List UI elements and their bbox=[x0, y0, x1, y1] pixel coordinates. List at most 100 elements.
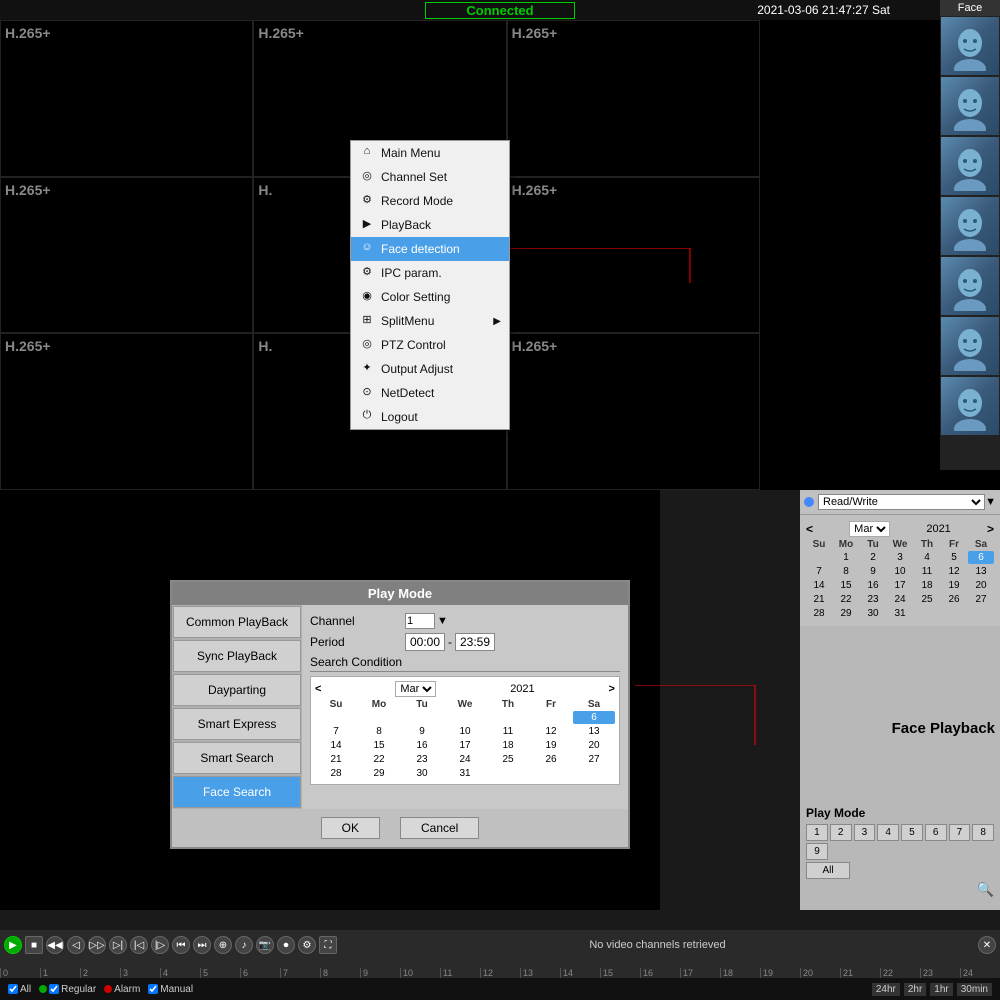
pm-num-4[interactable]: 4 bbox=[877, 824, 899, 841]
cal-day-25[interactable]: 25 bbox=[487, 753, 529, 766]
rcal-24[interactable]: 24 bbox=[887, 593, 913, 606]
menu-item-netdetect[interactable]: ⊙ NetDetect bbox=[351, 381, 509, 405]
rcal-29[interactable]: 29 bbox=[833, 607, 859, 620]
pm-num-7[interactable]: 7 bbox=[949, 824, 971, 841]
cal-day-29[interactable]: 29 bbox=[358, 767, 400, 780]
step-fwd-button[interactable]: |▷ bbox=[151, 936, 169, 954]
menu-item-ptz-control[interactable]: ◎ PTZ Control bbox=[351, 333, 509, 357]
channel-input[interactable] bbox=[405, 613, 435, 629]
exit-button[interactable]: ✕ bbox=[978, 936, 996, 954]
sidebar-smart-express[interactable]: Smart Express bbox=[173, 708, 301, 740]
cal-day-13[interactable]: 13 bbox=[573, 725, 615, 738]
rcal-28[interactable]: 28 bbox=[806, 607, 832, 620]
menu-item-color-setting[interactable]: ◉ Color Setting bbox=[351, 285, 509, 309]
rcal-9[interactable]: 9 bbox=[860, 565, 886, 578]
menu-item-logout[interactable]: ⏻ Logout bbox=[351, 405, 509, 429]
cal-day-7[interactable]: 7 bbox=[315, 725, 357, 738]
cal-day-24[interactable]: 24 bbox=[444, 753, 486, 766]
cal-day-19[interactable]: 19 bbox=[530, 739, 572, 752]
rcal-17[interactable]: 17 bbox=[887, 579, 913, 592]
pm-num-6[interactable]: 6 bbox=[925, 824, 947, 841]
cal-day-31[interactable]: 31 bbox=[444, 767, 486, 780]
right-cal-next[interactable]: > bbox=[987, 522, 994, 536]
cancel-button[interactable]: Cancel bbox=[400, 817, 479, 839]
rcal-10[interactable]: 10 bbox=[887, 565, 913, 578]
rcal-3[interactable]: 3 bbox=[887, 551, 913, 564]
rcal-18[interactable]: 18 bbox=[914, 579, 940, 592]
channel-dropdown-arrow[interactable]: ▼ bbox=[437, 615, 448, 627]
rcal-27[interactable]: 27 bbox=[968, 593, 994, 606]
rcal-15[interactable]: 15 bbox=[833, 579, 859, 592]
skip-fwd-button[interactable]: ⏭ bbox=[193, 936, 211, 954]
sidebar-dayparting[interactable]: Dayparting bbox=[173, 674, 301, 706]
stop-button[interactable]: ■ bbox=[25, 936, 43, 954]
sidebar-smart-search[interactable]: Smart Search bbox=[173, 742, 301, 774]
step-back-button[interactable]: |◁ bbox=[130, 936, 148, 954]
cal-day-27[interactable]: 27 bbox=[573, 753, 615, 766]
cal-day-8[interactable]: 8 bbox=[358, 725, 400, 738]
pm-num-9[interactable]: 9 bbox=[806, 843, 828, 860]
tl-manual-checkbox[interactable] bbox=[148, 984, 158, 994]
menu-item-channel-set[interactable]: ◎ Channel Set bbox=[351, 165, 509, 189]
ok-button[interactable]: OK bbox=[321, 817, 380, 839]
snapshot-button[interactable]: 📷 bbox=[256, 936, 274, 954]
rcal-13[interactable]: 13 bbox=[968, 565, 994, 578]
tl-30min-btn[interactable]: 30min bbox=[957, 983, 992, 996]
read-write-select[interactable]: Read/Write bbox=[818, 494, 985, 510]
audio-button[interactable]: ♪ bbox=[235, 936, 253, 954]
tl-regular-checkbox[interactable] bbox=[49, 984, 59, 994]
fullscreen-button[interactable]: ⛶ bbox=[319, 936, 337, 954]
rcal-14[interactable]: 14 bbox=[806, 579, 832, 592]
rcal-31[interactable]: 31 bbox=[887, 607, 913, 620]
menu-item-ipc-param[interactable]: ⚙ IPC param. bbox=[351, 261, 509, 285]
rcal-20[interactable]: 20 bbox=[968, 579, 994, 592]
menu-item-output-adjust[interactable]: ✦ Output Adjust bbox=[351, 357, 509, 381]
cal-day-17[interactable]: 17 bbox=[444, 739, 486, 752]
cal-day-22[interactable]: 22 bbox=[358, 753, 400, 766]
rcal-19[interactable]: 19 bbox=[941, 579, 967, 592]
rcal-23[interactable]: 23 bbox=[860, 593, 886, 606]
rcal-8[interactable]: 8 bbox=[833, 565, 859, 578]
rcal-1[interactable]: 1 bbox=[833, 551, 859, 564]
cal-next-btn[interactable]: > bbox=[609, 683, 615, 695]
rcal-5[interactable]: 5 bbox=[941, 551, 967, 564]
tl-2hr-btn[interactable]: 2hr bbox=[904, 983, 926, 996]
rcal-26[interactable]: 26 bbox=[941, 593, 967, 606]
rcal-30[interactable]: 30 bbox=[860, 607, 886, 620]
right-cal-month-select[interactable]: Mar bbox=[849, 521, 890, 537]
rcal-22[interactable]: 22 bbox=[833, 593, 859, 606]
rcal-7[interactable]: 7 bbox=[806, 565, 832, 578]
cal-month-select[interactable]: Mar bbox=[395, 681, 436, 697]
record-button[interactable]: ⏺ bbox=[277, 936, 295, 954]
settings2-button[interactable]: ⚙ bbox=[298, 936, 316, 954]
pm-num-2[interactable]: 2 bbox=[830, 824, 852, 841]
pm-num-1[interactable]: 1 bbox=[806, 824, 828, 841]
menu-item-record-mode[interactable]: ⚙ Record Mode bbox=[351, 189, 509, 213]
rcal-11[interactable]: 11 bbox=[914, 565, 940, 578]
cal-day-18[interactable]: 18 bbox=[487, 739, 529, 752]
skip-back-button[interactable]: ⏮ bbox=[172, 936, 190, 954]
cal-day-20[interactable]: 20 bbox=[573, 739, 615, 752]
period-start[interactable] bbox=[405, 633, 445, 651]
play-button[interactable]: ▶ bbox=[4, 936, 22, 954]
cal-day-16[interactable]: 16 bbox=[401, 739, 443, 752]
zoom-button[interactable]: ⊕ bbox=[214, 936, 232, 954]
cal-day-30[interactable]: 30 bbox=[401, 767, 443, 780]
tl-all-checkbox[interactable] bbox=[8, 984, 18, 994]
sidebar-common-playback[interactable]: Common PlayBack bbox=[173, 606, 301, 638]
tl-24hr-btn[interactable]: 24hr bbox=[872, 983, 900, 996]
menu-item-face-detection[interactable]: ☺ Face detection bbox=[351, 237, 509, 261]
sidebar-face-search[interactable]: Face Search bbox=[173, 776, 301, 808]
menu-item-split-menu[interactable]: ⊞ SplitMenu ▶ bbox=[351, 309, 509, 333]
menu-item-main-menu[interactable]: ⌂ Main Menu bbox=[351, 141, 509, 165]
pm-num-3[interactable]: 3 bbox=[854, 824, 876, 841]
pm-num-5[interactable]: 5 bbox=[901, 824, 923, 841]
rcal-16[interactable]: 16 bbox=[860, 579, 886, 592]
cal-day-26[interactable]: 26 bbox=[530, 753, 572, 766]
cal-day-6[interactable]: 6 bbox=[573, 711, 615, 724]
rcal-12[interactable]: 12 bbox=[941, 565, 967, 578]
cal-day-9[interactable]: 9 bbox=[401, 725, 443, 738]
rcal-21[interactable]: 21 bbox=[806, 593, 832, 606]
rw-dropdown-icon[interactable]: ▼ bbox=[985, 496, 996, 508]
cal-day-28[interactable]: 28 bbox=[315, 767, 357, 780]
